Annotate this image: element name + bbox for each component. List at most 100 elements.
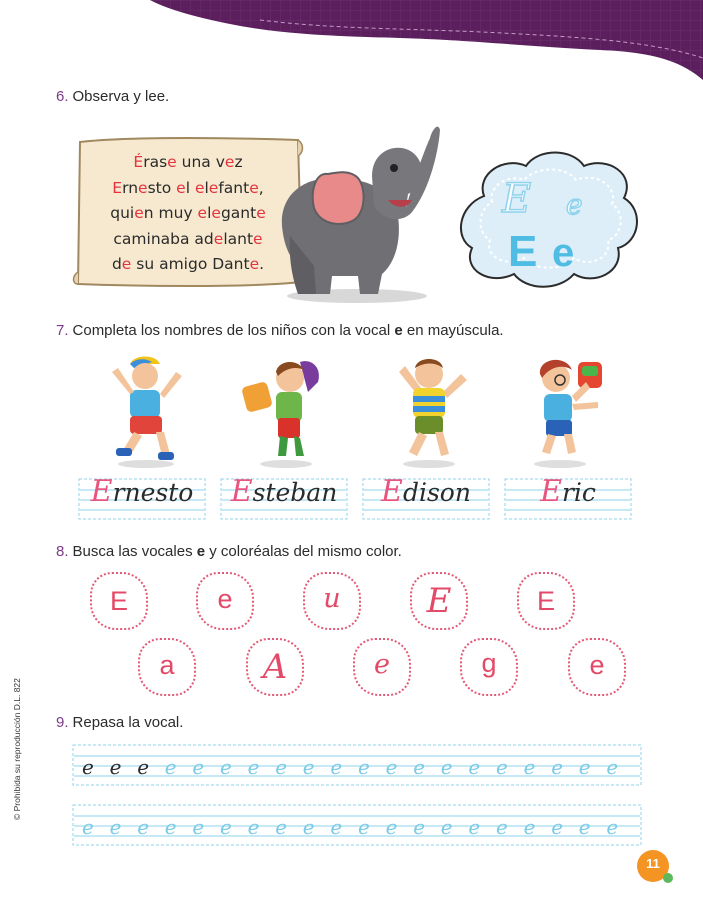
page-number: 11	[646, 856, 660, 871]
name-rest: steban	[252, 478, 338, 507]
trace-guide-letter: e	[330, 815, 342, 839]
name-rest: rnesto	[112, 478, 194, 507]
trace-guide-letter: e	[413, 755, 425, 779]
poem-text: Érase una vez Ernesto el elefante, quien…	[90, 150, 286, 278]
name-cap-letter: E	[381, 474, 403, 509]
poem-segment: d	[111, 255, 122, 273]
poem-highlight: e	[249, 178, 259, 197]
poem-highlight: e	[249, 255, 260, 273]
poem-highlight: É	[133, 153, 144, 171]
trace-guide-letter: e	[192, 815, 204, 839]
trace-guide-letter: e	[606, 815, 618, 839]
name-eric[interactable]: Eric	[504, 474, 632, 509]
trace-guide-letter: e	[496, 755, 508, 779]
trace-guide-letter: e	[441, 815, 453, 839]
trace-guide-letter: e	[468, 755, 480, 779]
poem-segment: z	[234, 153, 243, 171]
trace-guide-letter: e	[496, 815, 508, 839]
boy-with-backpack-illustration	[242, 361, 319, 468]
name-rest: ric	[561, 478, 596, 507]
tracing-row[interactable]: eeeeeeeeeeeeeeeeeeee	[72, 804, 642, 846]
poem-highlight: e	[176, 178, 186, 197]
poem-segment: rn	[122, 178, 139, 197]
q8-text-end: y coloréalas del mismo color.	[205, 543, 402, 560]
poem-segment: n muy	[143, 204, 198, 222]
trace-guide-letter: e	[468, 815, 480, 839]
tracing-row[interactable]: eeeeeeeeeeeeeeeeeeee	[72, 744, 642, 786]
trace-guide-letter: e	[330, 755, 342, 779]
trace-guide-letter: e	[524, 755, 536, 779]
name-cap-letter: E	[540, 474, 562, 509]
poem-segment: una v	[176, 153, 225, 171]
q6-text: Observa y lee.	[72, 88, 170, 105]
cloud-print-upper: E	[508, 227, 537, 276]
name-ernesto[interactable]: Ernesto	[78, 474, 206, 509]
q7-instruction: 7. Completa los nombres de los niños con …	[56, 322, 504, 339]
name-cap-letter: E	[90, 474, 113, 509]
bubble-letter: e	[217, 584, 233, 614]
trace-guide-letter: e	[524, 815, 536, 839]
poem-segment: su amigo Dant	[131, 255, 250, 273]
poem-highlight: e	[134, 204, 144, 222]
trace-guide-letter: e	[441, 755, 453, 779]
poem-highlight: e	[211, 204, 221, 222]
poem-segment: fant	[218, 178, 250, 197]
trace-guide-letter: e	[220, 755, 232, 779]
copyright-note: © Prohibida su reproducción D.L. 822	[12, 678, 22, 820]
poem-highlight: e	[213, 229, 224, 248]
trace-model-letter: e	[137, 755, 149, 779]
elephant-illustration	[281, 126, 440, 303]
trace-guide-letter: e	[165, 755, 177, 779]
q9-instruction: 9. Repasa la vocal.	[56, 714, 183, 731]
bubble-letter: g	[481, 648, 497, 678]
trace-guide-letter: e	[551, 815, 563, 839]
q7-text-end: en mayúscula.	[402, 322, 504, 339]
bubble-letter: a	[159, 650, 175, 680]
poem-line: de su amigo Dante.	[90, 252, 286, 278]
name-rest: dison	[402, 478, 471, 507]
trace-guide-letter: e	[413, 815, 425, 839]
trace-guide-letter: e	[606, 755, 618, 779]
q8-instruction: 8. Busca las vocales e y coloréalas del m…	[56, 543, 402, 560]
name-cap-letter: E	[230, 474, 253, 509]
q6-instruction: 6. Observa y lee.	[56, 88, 169, 105]
trace-guide-letter: e	[303, 815, 315, 839]
q7-text: Completa los nombres de los niños con la…	[72, 322, 395, 339]
poem-highlight: e	[197, 204, 208, 222]
trace-model-letter: e	[110, 755, 122, 779]
bubble-letter: u	[323, 583, 341, 614]
trace-guide-letter: e	[386, 815, 398, 839]
bubble-letter: E	[536, 586, 555, 616]
bubble-letter: e	[374, 649, 390, 680]
poem-highlight: e	[167, 153, 177, 171]
trace-guide-letter: e	[579, 755, 591, 779]
trace-guide-letter: e	[192, 755, 204, 779]
q8-bold-letter: e	[196, 543, 206, 560]
name-esteban[interactable]: Esteban	[220, 474, 348, 509]
cloud-print-lower: e	[552, 231, 574, 275]
trace-guide-letter: e	[358, 815, 370, 839]
trace-guide-letter: e	[220, 815, 232, 839]
q8-text: Busca las vocales	[72, 543, 197, 560]
trace-guide-letter: e	[551, 755, 563, 779]
cloud-script-upper: E	[501, 176, 531, 222]
poem-line: Érase una vez	[90, 150, 286, 176]
name-edison[interactable]: Edison	[362, 474, 490, 509]
poem-line: Ernesto el elefante,	[90, 176, 286, 202]
letter-cloud: E e E e	[460, 151, 638, 288]
q7-bold-letter: e	[394, 322, 403, 339]
trace-guide-letter: e	[82, 815, 94, 839]
trace-guide-letter: e	[137, 815, 149, 839]
trace-guide-letter: e	[303, 755, 315, 779]
q6-number: 6.	[56, 88, 69, 105]
poem-highlight: e	[121, 255, 132, 273]
poem-segment: ras	[143, 153, 168, 171]
q8-number: 8.	[56, 543, 69, 560]
trace-model-letter: e	[82, 755, 94, 779]
bubble-letter: A	[262, 647, 288, 687]
poem-segment: gant	[220, 204, 257, 222]
trace-guide-letter: e	[110, 815, 122, 839]
poem-segment: caminaba ad	[113, 229, 214, 248]
boy-with-glasses-illustration	[534, 359, 602, 468]
poem-line: caminaba adelante	[90, 227, 286, 253]
